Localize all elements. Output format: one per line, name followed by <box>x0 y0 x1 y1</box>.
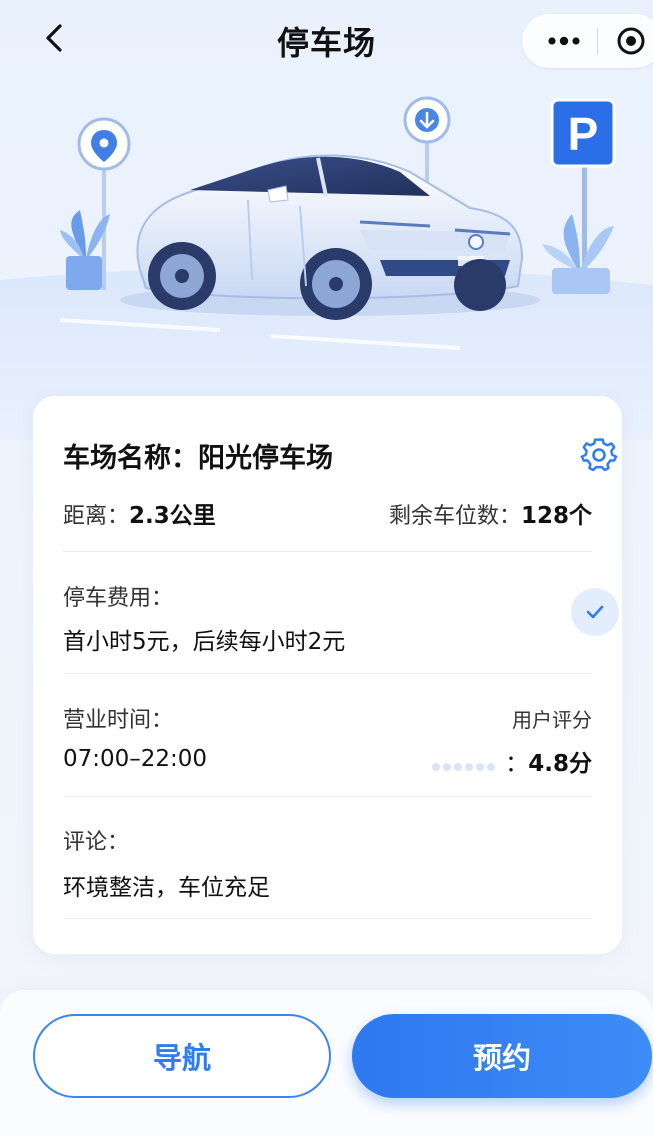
divider <box>63 551 592 552</box>
parking-name-value: 阳光停车场 <box>198 443 333 474</box>
svg-text:P: P <box>568 108 599 160</box>
navigate-button[interactable]: 导航 <box>33 1014 331 1098</box>
bottom-action-bar: 导航 预约 <box>0 990 653 1137</box>
more-icon[interactable] <box>544 24 584 58</box>
rating-dots <box>431 757 497 776</box>
divider <box>63 796 592 797</box>
distance-row: 距离：2.3公里 剩余车位数：128个 <box>63 496 592 530</box>
hero-illustration: P <box>0 96 653 440</box>
gear-icon[interactable] <box>579 434 619 474</box>
book-button[interactable]: 预约 <box>352 1014 652 1098</box>
distance-label: 距离： <box>63 504 130 529</box>
rating-prefix: ： <box>505 751 529 777</box>
spots-group: 剩余车位数：128个 <box>389 496 592 530</box>
capsule-divider <box>597 28 598 54</box>
fee-row: 停车费用： 首小时5元，后续每小时2元 <box>63 580 592 656</box>
nav-bar: 停车场 <box>0 0 653 80</box>
rating-label: 用户评分 <box>512 708 592 732</box>
divider <box>63 918 592 919</box>
mini-program-capsule <box>522 14 653 68</box>
plant-right <box>542 214 614 294</box>
fee-check[interactable] <box>571 588 619 636</box>
spots-label: 剩余车位数： <box>388 504 521 529</box>
parking-name: 车场名称：阳光停车场 <box>63 436 592 475</box>
comment-value: 环境整洁，车位充足 <box>63 875 270 901</box>
spots-value: 128个 <box>520 503 592 529</box>
comment-label: 评论： <box>63 830 130 855</box>
hours-row: 营业时间： 07:00–22:00 用户评分 ：4.8分 <box>63 702 592 777</box>
comment-row: 评论： 环境整洁，车位充足 <box>63 824 592 902</box>
fee-label: 停车费用： <box>63 586 174 611</box>
distance-value: 2.3公里 <box>129 503 216 529</box>
rating-value: 4.8分 <box>528 751 592 777</box>
fee-value: 首小时5元，后续每小时2元 <box>63 629 346 655</box>
parking-name-label: 车场名称： <box>63 443 198 474</box>
parking-info-card: 车场名称：阳光停车场 距离：2.3公里 剩余车位数：128个 停车费用： 首小时… <box>33 396 622 954</box>
car-illustration <box>120 154 540 320</box>
check-icon <box>586 605 604 619</box>
target-icon[interactable] <box>616 26 646 56</box>
rating-group: ：4.8分 <box>431 744 592 778</box>
divider <box>63 673 592 674</box>
